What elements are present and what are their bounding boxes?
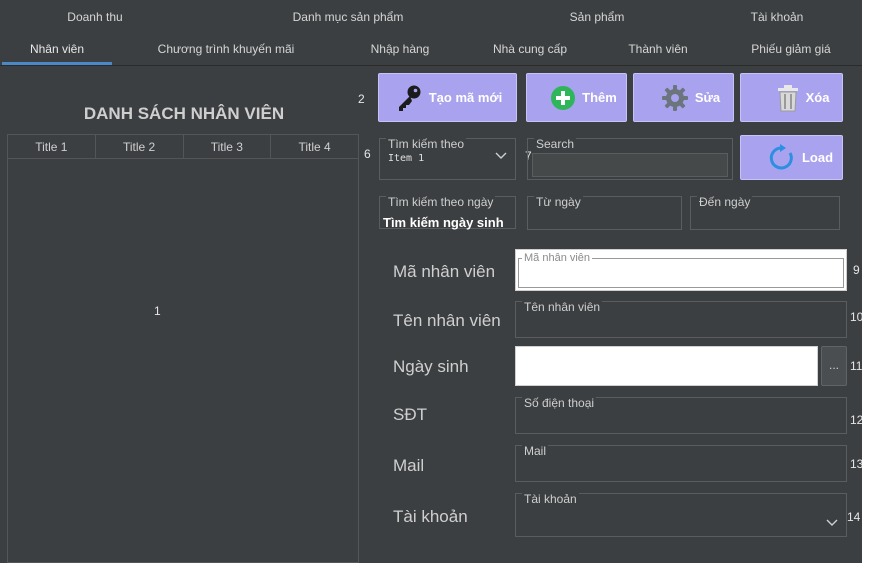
birthdate-label: Ngày sinh [393,357,469,376]
phone-label: SĐT [393,405,427,424]
refresh-icon [768,143,796,172]
tab-row-2: Nhân viên Chương trình khuyến mãi Nhập h… [0,34,862,66]
marker-2: 2 [358,92,365,106]
search-birthdate-option[interactable]: Tìm kiếm ngày sinh [383,215,504,230]
employee-id-field[interactable]: Mã nhân viên [515,249,847,291]
from-date-field[interactable]: Từ ngày [527,195,682,230]
employee-id-label: Mã nhân viên [393,262,496,281]
account-field-label: Tài khoản [522,492,579,506]
date-picker-button[interactable]: ... [821,346,847,386]
tab-phieu-giam-gia[interactable]: Phiếu giảm giá [731,34,851,64]
tab-doanh-thu[interactable]: Doanh thu [38,2,152,32]
selected-tab-indicator [2,62,112,65]
phone-field-label: Số điện thoại [522,396,597,410]
column-header[interactable]: Title 4 [271,135,358,158]
table-header: Title 1 Title 2 Title 3 Title 4 [8,135,358,159]
generate-id-label: Tạo mã mới [428,90,503,105]
edit-label: Sửa [694,90,721,105]
to-date-label: Đến ngày [697,195,753,209]
generate-id-button[interactable]: Tạo mã mới [378,73,517,122]
marker-10: 10 [850,310,862,324]
tab-san-pham[interactable]: Sản phẩm [540,2,654,32]
mail-label: Mail [393,456,425,475]
tab-nha-cung-cap[interactable]: Nhà cung cấp [473,34,587,64]
account-label: Tài khoản [393,507,468,526]
edit-button[interactable]: Sửa [633,73,734,122]
search-by-combo[interactable]: Tìm kiếm theo Item 1 [379,137,516,180]
employee-list-title: DANH SÁCH NHÂN VIÊN [83,104,285,123]
mail-field[interactable]: Mail [515,444,847,482]
add-label: Thêm [582,90,617,105]
search-by-value: Item 1 [388,153,425,164]
load-button[interactable]: Load [740,135,843,180]
plus-circle-icon [550,85,576,111]
chevron-down-icon [826,516,838,530]
search-field[interactable]: Search [527,137,733,180]
marker-6: 6 [364,147,371,161]
phone-field[interactable]: Số điện thoại [515,396,847,434]
column-header[interactable]: Title 3 [184,135,272,158]
delete-button[interactable]: Xóa [740,73,843,122]
key-icon [393,83,423,113]
marker-11: 11 [850,359,862,373]
marker-12: 12 [850,413,862,427]
column-header[interactable]: Title 1 [8,135,96,158]
delete-label: Xóa [805,90,830,105]
marker-13: 13 [850,457,862,471]
employee-id-field-label: Mã nhân viên [522,252,593,264]
search-by-date-label: Tìm kiếm theo ngày [386,195,496,209]
marker-9: 9 [853,263,860,277]
account-combo[interactable]: Tài khoản [515,492,847,537]
search-by-date-group: Tìm kiếm theo ngày Tìm kiếm ngày sinh [379,195,516,230]
employee-name-field[interactable]: Tên nhân viên [515,300,847,338]
gear-icon [661,84,689,112]
search-by-label: Tìm kiếm theo [386,137,467,151]
employee-name-field-label: Tên nhân viên [522,300,603,314]
tab-nhap-hang[interactable]: Nhập hàng [343,34,457,64]
tab-danh-muc-san-pham[interactable]: Danh mục sản phẩm [268,2,428,32]
employee-table[interactable]: Title 1 Title 2 Title 3 Title 4 [7,134,359,563]
marker-1: 1 [154,304,161,318]
column-header[interactable]: Title 2 [96,135,184,158]
employee-name-label: Tên nhân viên [393,311,501,330]
tab-nhan-vien[interactable]: Nhân viên [2,34,112,64]
from-date-label: Từ ngày [534,195,583,209]
trash-icon [776,84,800,112]
tab-chuong-trinh-khuyen-mai[interactable]: Chương trình khuyến mãi [146,34,306,64]
search-label: Search [534,137,577,151]
app-window: Doanh thu Danh mục sản phẩm Sản phẩm Tài… [0,0,862,563]
mail-field-label: Mail [522,444,549,458]
load-label: Load [801,150,834,165]
tab-row-1: Doanh thu Danh mục sản phẩm Sản phẩm Tài… [0,2,862,34]
marker-14: 14 [847,510,861,524]
to-date-field[interactable]: Đến ngày [690,195,840,230]
chevron-down-icon [495,149,507,163]
tab-thanh-vien[interactable]: Thành viên [601,34,715,64]
tab-tai-khoan[interactable]: Tài khoản [720,2,834,32]
search-input[interactable] [532,153,728,177]
birthdate-input[interactable] [515,346,818,386]
add-button[interactable]: Thêm [526,73,627,122]
